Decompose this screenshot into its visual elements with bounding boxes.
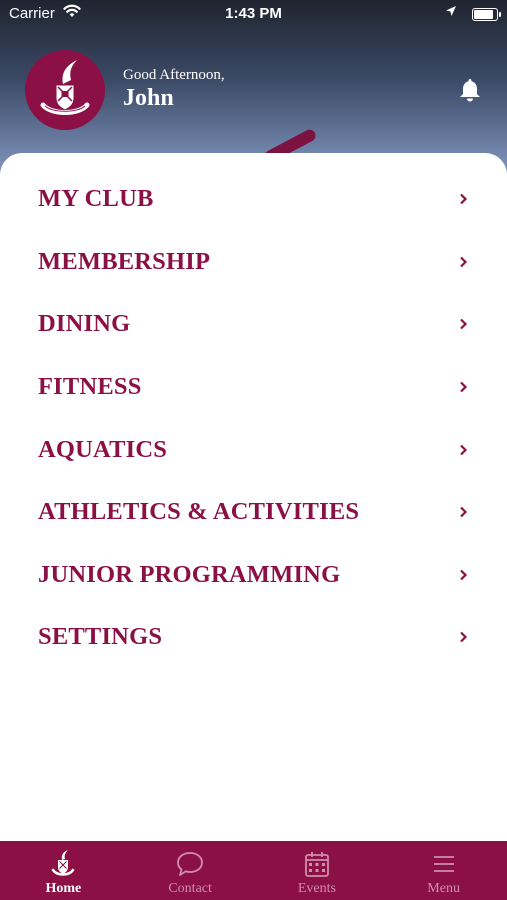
menu-item-label: SETTINGS <box>38 623 163 651</box>
chevron-right-icon <box>460 194 468 205</box>
tab-label: Home <box>45 881 82 896</box>
menu-item-junior-programming[interactable]: JUNIOR PROGRAMMING <box>0 544 507 607</box>
tab-label: Events <box>297 881 336 896</box>
tab-contact[interactable]: Contact <box>127 841 254 900</box>
chevron-right-icon <box>460 569 468 581</box>
chevron-right-icon <box>460 256 468 268</box>
menu-item-aquatics[interactable]: AQUATICS <box>0 418 507 481</box>
hamburger-icon <box>433 856 454 872</box>
menu-item-label: MY CLUB <box>38 185 154 213</box>
menu-item-label: JUNIOR PROGRAMMING <box>38 560 341 588</box>
crest-icon <box>52 850 75 876</box>
menu-item-label: FITNESS <box>38 373 142 401</box>
greeting: Good Afternoon, John <box>123 66 225 112</box>
chevron-right-icon <box>460 632 468 643</box>
status-time: 1:43 PM <box>225 5 282 22</box>
crest-icon <box>40 60 90 115</box>
menu-item-dining[interactable]: DINING <box>0 293 507 356</box>
menu-item-label: ATHLETICS & ACTIVITIES <box>38 498 360 526</box>
battery-level <box>474 10 493 19</box>
battery-icon <box>472 8 501 21</box>
menu-item-my-club[interactable]: MY CLUB <box>0 168 507 231</box>
tab-label: Contact <box>168 881 212 896</box>
menu-item-fitness[interactable]: FITNESS <box>0 356 507 419</box>
menu-item-settings[interactable]: SETTINGS <box>0 606 507 669</box>
menu-item-label: AQUATICS <box>38 435 168 463</box>
menu-item-athletics-activities[interactable]: ATHLETICS & ACTIVITIES <box>0 481 507 544</box>
location-arrow-icon <box>446 6 456 16</box>
calendar-icon <box>304 852 329 877</box>
greeting-text: Good Afternoon, <box>123 67 225 83</box>
club-crest-logo <box>25 50 105 130</box>
tab-label: Menu <box>427 881 460 896</box>
tab-events[interactable]: Events <box>254 841 381 900</box>
tab-menu[interactable]: Menu <box>380 841 507 900</box>
chevron-right-icon <box>460 506 468 518</box>
main-menu: MY CLUB MEMBERSHIP DINING FITNESS AQUATI… <box>0 168 507 669</box>
tab-bar: Home Contact Events Menu <box>0 841 507 900</box>
user-name: John <box>123 85 174 111</box>
chevron-right-icon <box>460 381 468 393</box>
menu-item-label: MEMBERSHIP <box>38 247 211 275</box>
tab-home[interactable]: Home <box>0 841 127 900</box>
notifications-bell-icon[interactable] <box>458 77 482 103</box>
menu-item-membership[interactable]: MEMBERSHIP <box>0 231 507 294</box>
menu-item-label: DINING <box>38 310 131 338</box>
chevron-right-icon <box>460 444 468 455</box>
status-bar: Carrier 1:43 PM <box>0 0 507 30</box>
chevron-right-icon <box>460 319 468 330</box>
chat-bubble-icon <box>177 852 204 876</box>
